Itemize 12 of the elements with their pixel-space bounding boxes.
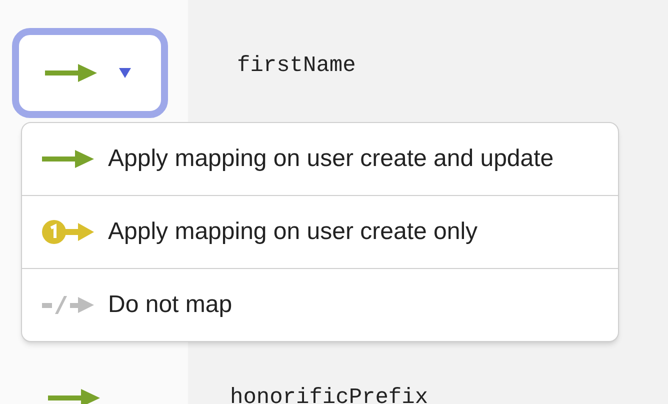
attribute-name: firstName (237, 52, 357, 80)
key-arrow-icon (42, 220, 94, 244)
caret-icon (119, 68, 131, 78)
menu-item[interactable]: Do not map (22, 268, 618, 341)
attribute-name: honorificPrefix (230, 384, 428, 404)
menu-item[interactable]: Apply mapping on user create and update (22, 123, 618, 195)
arrow-icon (42, 150, 94, 168)
no-map-icon (42, 295, 94, 315)
menu-item[interactable]: Apply mapping on user create only (22, 195, 618, 268)
arrow-icon (45, 64, 97, 82)
arrow-icon (48, 389, 100, 404)
mapping-dropdown-button[interactable] (12, 28, 168, 118)
